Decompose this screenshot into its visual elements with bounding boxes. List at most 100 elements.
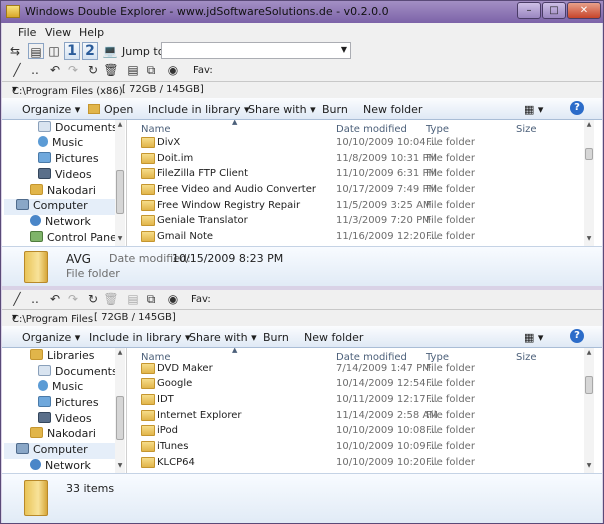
top-file-row[interactable]: DivX 10/10/2009 10:04 ... File folder (128, 135, 584, 151)
bottom-file-row[interactable]: DVD Maker 7/14/2009 1:47 PM File folder (128, 361, 584, 377)
bottom-share-with-button[interactable]: Share with ▾ (189, 331, 257, 344)
bottom-file-row[interactable]: Internet Explorer 11/14/2009 2:58 AM File … (128, 408, 584, 424)
top-open-button[interactable]: Open (88, 103, 133, 116)
copy-icon[interactable]: ⧉ (143, 62, 159, 78)
bottom-nav-scrollbar[interactable]: ▲ ▼ (115, 348, 125, 473)
nav-nakodari[interactable]: Nakodari (30, 427, 96, 443)
top-include-library-button[interactable]: Include in library ▾ (148, 103, 249, 116)
bottom-organize-button[interactable]: Organize ▾ (22, 331, 80, 344)
title-bar[interactable]: Windows Double Explorer - www.jdSoftware… (1, 1, 603, 23)
view-eye-icon[interactable]: ◉ (165, 62, 181, 78)
refresh-icon[interactable]: ↻ (85, 62, 101, 78)
fav-label[interactable]: Fav: (191, 294, 211, 305)
nav-control-panel[interactable]: Control Panel (30, 231, 120, 246)
edit-pen-icon[interactable]: ╱ (9, 291, 25, 307)
bottom-file-scroll-thumb[interactable] (585, 376, 593, 394)
swap-panes-icon[interactable]: ⇆ (7, 43, 23, 59)
top-file-row[interactable]: Free Video and Audio Converter 10/17/2009… (128, 182, 584, 198)
top-help-icon[interactable]: ? (570, 101, 584, 115)
nav-nakodari[interactable]: Nakodari (30, 184, 96, 200)
scroll-down-icon[interactable]: ▼ (584, 234, 594, 244)
scroll-up-icon[interactable]: ▲ (115, 120, 125, 130)
maximize-button[interactable]: □ (542, 2, 566, 19)
bottom-file-row[interactable]: iPod 10/10/2009 10:08 ... File folder (128, 423, 584, 439)
nav-music[interactable]: Music (38, 380, 83, 396)
close-button[interactable]: ✕ (567, 2, 601, 19)
bottom-include-library-button[interactable]: Include in library ▾ (89, 331, 190, 344)
bottom-file-row[interactable]: IDT 10/11/2009 12:17 ... File folder (128, 392, 584, 408)
forward-arrow-icon[interactable]: ↷ (65, 291, 81, 307)
refresh-icon[interactable]: ↻ (85, 291, 101, 307)
back-arrow-icon[interactable]: ↶ (47, 62, 63, 78)
bottom-view-options-icon[interactable]: ▦ ▾ (524, 331, 543, 344)
top-path-dropdown[interactable]: C:\Program Files (x86) ▾ (12, 84, 123, 97)
top-col-name[interactable]: Name (141, 124, 171, 135)
bottom-burn-button[interactable]: Burn (263, 331, 289, 344)
forward-arrow-icon[interactable]: ↷ (65, 62, 81, 78)
view-eye-icon[interactable]: ◉ (165, 291, 181, 307)
bottom-file-row[interactable]: iTunes 10/10/2009 10:09 ... File folder (128, 439, 584, 455)
top-file-row[interactable]: Free Window Registry Repair 11/5/2009 3:2… (128, 198, 584, 214)
bottom-path-dropdown[interactable]: C:\Program Files ▾ (12, 312, 93, 325)
bottom-help-icon[interactable]: ? (570, 329, 584, 343)
copy-icon[interactable]: ⧉ (143, 291, 159, 307)
menu-help[interactable]: Help (79, 26, 104, 39)
nav-pictures[interactable]: Pictures (38, 396, 99, 412)
top-organize-button[interactable]: Organize ▾ (22, 103, 80, 116)
nav-network[interactable]: Network (30, 215, 91, 231)
computer-icon[interactable]: 💻 (102, 43, 118, 59)
top-file-scroll-thumb[interactable] (585, 148, 593, 160)
bottom-file-row[interactable]: Google 10/14/2009 12:54 ... File folder (128, 376, 584, 392)
top-file-row[interactable]: Geniale Translator 11/3/2009 7:20 PM File … (128, 213, 584, 229)
bottom-file-scrollbar[interactable]: ▲ ▼ (584, 348, 594, 473)
delete-trash-icon[interactable]: 🗑 (103, 62, 119, 78)
nav-libraries[interactable]: Libraries (30, 349, 95, 365)
scroll-up-icon[interactable]: ▲ (115, 348, 125, 358)
top-new-folder-button[interactable]: New folder (363, 103, 422, 116)
nav-network[interactable]: Network (30, 459, 91, 473)
top-col-date[interactable]: Date modified (336, 124, 407, 135)
properties-icon[interactable]: ▤ (125, 62, 141, 78)
top-nav-scroll-thumb[interactable] (116, 170, 124, 214)
bottom-nav-scroll-thumb[interactable] (116, 396, 124, 440)
scroll-down-icon[interactable]: ▼ (115, 461, 125, 471)
top-file-scrollbar[interactable]: ▲ ▼ (584, 120, 594, 246)
scroll-up-icon[interactable]: ▲ (584, 120, 594, 130)
minimize-button[interactable]: – (517, 2, 541, 19)
layout-horizontal-icon[interactable]: ▤ (28, 43, 44, 59)
top-view-options-icon[interactable]: ▦ ▾ (524, 103, 543, 116)
menu-view[interactable]: View (45, 26, 71, 39)
back-arrow-icon[interactable]: ↶ (47, 291, 63, 307)
jump-to-dropdown[interactable]: ▼ (161, 42, 351, 59)
nav-music[interactable]: Music (38, 136, 83, 152)
scroll-down-icon[interactable]: ▼ (115, 234, 125, 244)
edit-pen-icon[interactable]: ╱ (9, 62, 25, 78)
nav-documents[interactable]: Documents (38, 365, 118, 381)
nav-pictures[interactable]: Pictures (38, 152, 99, 168)
top-file-row[interactable]: FileZilla FTP Client 11/10/2009 6:31 PM Fi… (128, 166, 584, 182)
bottom-file-row[interactable]: KLCP64 10/10/2009 10:20 ... File folder (128, 455, 584, 471)
nav-videos[interactable]: Videos (38, 412, 92, 428)
scroll-up-icon[interactable]: ▲ (584, 348, 594, 358)
top-nav-scrollbar[interactable]: ▲ ▼ (115, 120, 125, 246)
delete-trash-icon[interactable]: 🗑 (103, 291, 119, 307)
fav-label[interactable]: Fav: (193, 65, 213, 76)
top-col-size[interactable]: Size (516, 124, 537, 135)
top-burn-button[interactable]: Burn (322, 103, 348, 116)
nav-computer[interactable]: Computer (4, 199, 124, 215)
top-share-with-button[interactable]: Share with ▾ (248, 103, 316, 116)
pane-2-button[interactable]: 2 (82, 42, 98, 60)
nav-documents[interactable]: Documents (38, 121, 118, 137)
menu-file[interactable]: File (18, 26, 36, 39)
bottom-new-folder-button[interactable]: New folder (304, 331, 363, 344)
properties-icon[interactable]: ▤ (125, 291, 141, 307)
scroll-down-icon[interactable]: ▼ (584, 461, 594, 471)
nav-videos[interactable]: Videos (38, 168, 92, 184)
pane-1-button[interactable]: 1 (64, 42, 80, 60)
parent-folder-icon[interactable]: .. (27, 62, 43, 78)
layout-vertical-icon[interactable]: ◫ (46, 43, 62, 59)
parent-folder-icon[interactable]: .. (27, 291, 43, 307)
nav-computer[interactable]: Computer (4, 443, 124, 459)
top-file-row[interactable]: Doit.im 11/8/2009 10:31 PM File folder (128, 151, 584, 167)
top-file-row[interactable]: Gmail Note 11/16/2009 12:20 ... File folde… (128, 229, 584, 245)
